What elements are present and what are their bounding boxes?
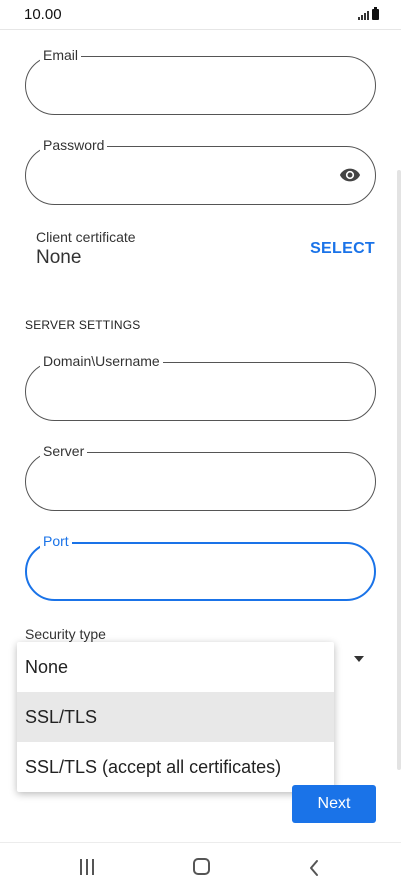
server-field[interactable]: Server [25,442,376,511]
status-bar: 10.00 [0,0,401,30]
battery-icon [372,7,379,20]
back-icon[interactable] [308,859,320,877]
password-field[interactable]: Password [25,136,376,205]
server-settings-heading: SERVER SETTINGS [25,318,141,332]
client-certificate-label: Client certificate [36,229,136,245]
chevron-down-icon[interactable] [354,656,364,662]
security-option-none[interactable]: None [17,642,334,692]
domain-username-label: Domain\Username [40,352,163,370]
next-button[interactable]: Next [292,785,376,823]
security-option-ssl-tls-accept-all[interactable]: SSL/TLS (accept all certificates) [17,742,334,792]
scrollbar[interactable] [397,170,401,770]
recent-apps-icon[interactable] [80,859,94,875]
password-label: Password [40,136,108,154]
status-time: 10.00 [24,6,62,23]
navigation-bar [0,842,401,892]
email-label: Email [40,46,82,64]
security-type-dropdown[interactable]: None SSL/TLS SSL/TLS (accept all certifi… [17,642,334,792]
security-option-ssl-tls[interactable]: SSL/TLS [17,692,334,742]
eye-icon[interactable] [337,164,363,186]
domain-username-field[interactable]: Domain\Username [25,352,376,421]
home-icon[interactable] [193,858,210,875]
server-label: Server [40,442,88,460]
signal-icon [358,11,369,20]
status-icons [358,7,379,20]
port-field[interactable]: Port [25,532,376,601]
select-certificate-button[interactable]: SELECT [310,240,375,258]
security-type-label: Security type [25,626,106,642]
client-certificate-value: None [36,247,82,268]
email-field[interactable]: Email [25,46,376,115]
port-label: Port [40,532,72,550]
